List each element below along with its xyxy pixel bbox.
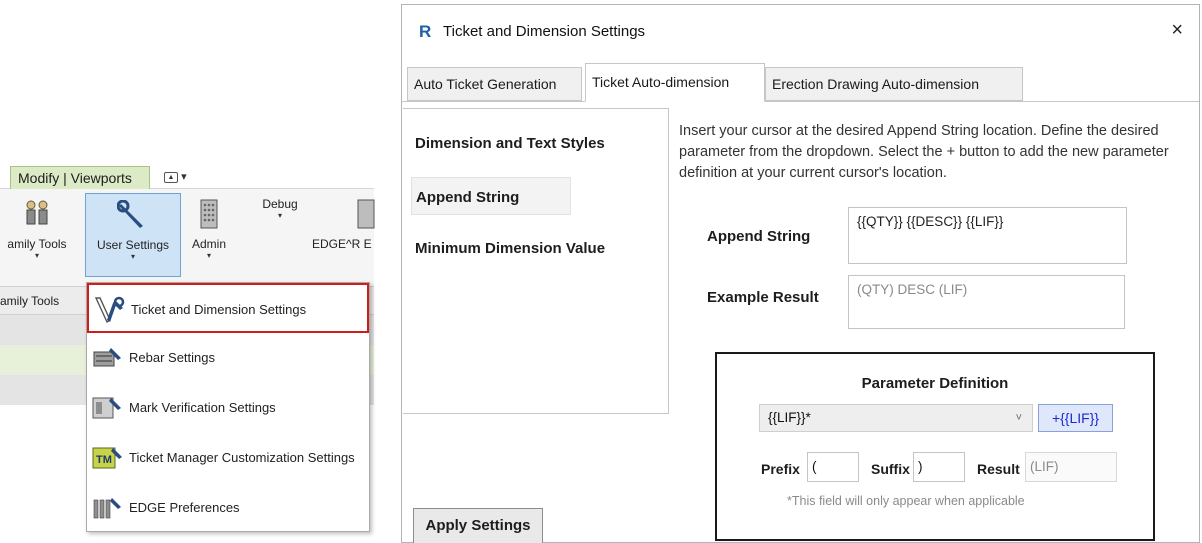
- user-settings-dropdown: Ticket and Dimension Settings Rebar Sett…: [86, 282, 370, 532]
- nav-item-dimension-text-styles[interactable]: Dimension and Text Styles: [415, 135, 605, 152]
- tab-divider: [402, 101, 1199, 102]
- parameter-dropdown-value: {{LIF}}*: [768, 410, 811, 425]
- dialog-title: Ticket and Dimension Settings: [443, 23, 646, 40]
- nav-item-append-string[interactable]: Append String: [411, 177, 571, 215]
- chevron-down-icon: ▾: [181, 171, 187, 183]
- menu-item-ticket-manager[interactable]: TM Ticket Manager Customization Settings: [87, 433, 369, 483]
- menu-item-label: Rebar Settings: [129, 350, 215, 365]
- revit-ribbon: Modify | Viewports ▲ ▾ amily Tools ▾ Use…: [0, 162, 375, 543]
- mark-verification-icon: [92, 397, 121, 419]
- append-string-label: Append String: [707, 228, 811, 245]
- applicable-hint: *This field will only appear when applic…: [787, 494, 1025, 508]
- append-string-input[interactable]: {{QTY}} {{DESC}} {{LIF}}: [848, 207, 1127, 264]
- ribbon-panel: amily Tools ▾ User Settings ▾ Admin ▾ De…: [0, 189, 375, 287]
- example-result-field: (QTY) DESC (LIF): [848, 275, 1125, 329]
- ribbon-tab-bar: Modify | Viewports ▲ ▾: [0, 162, 374, 189]
- wrench-frame-icon: [94, 296, 125, 324]
- user-settings-label: User Settings: [96, 238, 170, 252]
- svg-text:TM: TM: [96, 454, 112, 466]
- close-button[interactable]: ×: [1171, 19, 1183, 42]
- ticket-dimension-settings-dialog: R Ticket and Dimension Settings × Auto T…: [401, 4, 1200, 543]
- ticket-manager-icon: TM: [92, 447, 122, 469]
- prefix-label: Prefix: [761, 461, 800, 477]
- admin-label: Admin: [191, 237, 226, 251]
- result-field: (LIF): [1025, 452, 1117, 482]
- family-people-icon: [26, 200, 48, 225]
- tab-erection-drawing-auto-dimension[interactable]: Erection Drawing Auto-dimension: [765, 67, 1023, 101]
- parameter-definition-panel: Parameter Definition {{LIF}}* ˅ +{{LIF}}…: [715, 352, 1155, 541]
- edge-panel-icon: [357, 199, 375, 229]
- chevron-down-icon: ▾: [34, 251, 39, 260]
- tab-auto-ticket-generation[interactable]: Auto Ticket Generation: [407, 67, 582, 101]
- menu-item-label: EDGE Preferences: [129, 500, 240, 515]
- dialog-titlebar: R Ticket and Dimension Settings ×: [402, 5, 1199, 61]
- menu-item-label: Ticket and Dimension Settings: [131, 302, 307, 317]
- menu-item-rebar-settings[interactable]: Rebar Settings: [87, 333, 369, 383]
- prefix-input[interactable]: (: [807, 452, 859, 482]
- menu-item-label: Mark Verification Settings: [129, 400, 276, 415]
- admin-panel-icon: [200, 199, 218, 229]
- menu-item-label: Ticket Manager Customization Settings: [129, 450, 355, 465]
- tab-ticket-auto-dimension[interactable]: Ticket Auto-dimension: [585, 63, 765, 102]
- example-result-label: Example Result: [707, 289, 819, 306]
- suffix-input[interactable]: ): [913, 452, 965, 482]
- debug-button[interactable]: Debug ▾: [255, 197, 305, 281]
- edge-label: EDGE^R E: [312, 237, 372, 251]
- rebar-icon: [93, 348, 121, 367]
- chevron-down-icon: ▾: [130, 252, 135, 261]
- user-settings-button[interactable]: User Settings ▾: [85, 193, 181, 277]
- wrench-icon: [117, 200, 143, 228]
- admin-button[interactable]: Admin ▾: [184, 193, 234, 277]
- dialog-tabs: Auto Ticket Generation Ticket Auto-dimen…: [407, 63, 1199, 102]
- add-parameter-button[interactable]: +{{LIF}}: [1038, 404, 1113, 432]
- result-label: Result: [977, 461, 1020, 477]
- panel-label-family-tools: amily Tools: [0, 294, 60, 308]
- family-tools-button[interactable]: amily Tools ▾: [0, 193, 76, 277]
- tab-modify-viewports[interactable]: Modify | Viewports: [10, 166, 150, 189]
- edge-button[interactable]: EDGE^R E: [300, 193, 380, 277]
- nav-item-minimum-dimension-value[interactable]: Minimum Dimension Value: [415, 240, 605, 257]
- ribbon-panel-toggle[interactable]: ▲ ▾: [164, 170, 192, 184]
- suffix-label: Suffix: [871, 461, 910, 477]
- settings-nav: Dimension and Text Styles Append String …: [403, 108, 669, 414]
- menu-item-ticket-dimension-settings[interactable]: Ticket and Dimension Settings: [87, 283, 369, 333]
- chevron-down-icon: ˅: [1015, 412, 1022, 424]
- debug-label: Debug: [262, 197, 298, 211]
- chevron-down-icon: ▾: [277, 211, 282, 220]
- instructions-text: Insert your cursor at the desired Append…: [679, 123, 1169, 181]
- minimize-panel-icon: ▲: [164, 171, 178, 183]
- menu-item-mark-verification[interactable]: Mark Verification Settings: [87, 383, 369, 433]
- apply-settings-button[interactable]: Apply Settings: [413, 508, 543, 543]
- edge-preferences-icon: [93, 498, 121, 519]
- family-tools-label: amily Tools: [7, 237, 67, 251]
- revit-logo-icon: R: [419, 22, 432, 41]
- parameter-dropdown[interactable]: {{LIF}}* ˅: [759, 404, 1033, 432]
- chevron-down-icon: ▾: [206, 251, 211, 260]
- menu-item-edge-preferences[interactable]: EDGE Preferences: [87, 483, 369, 533]
- parameter-definition-title: Parameter Definition: [861, 375, 1009, 392]
